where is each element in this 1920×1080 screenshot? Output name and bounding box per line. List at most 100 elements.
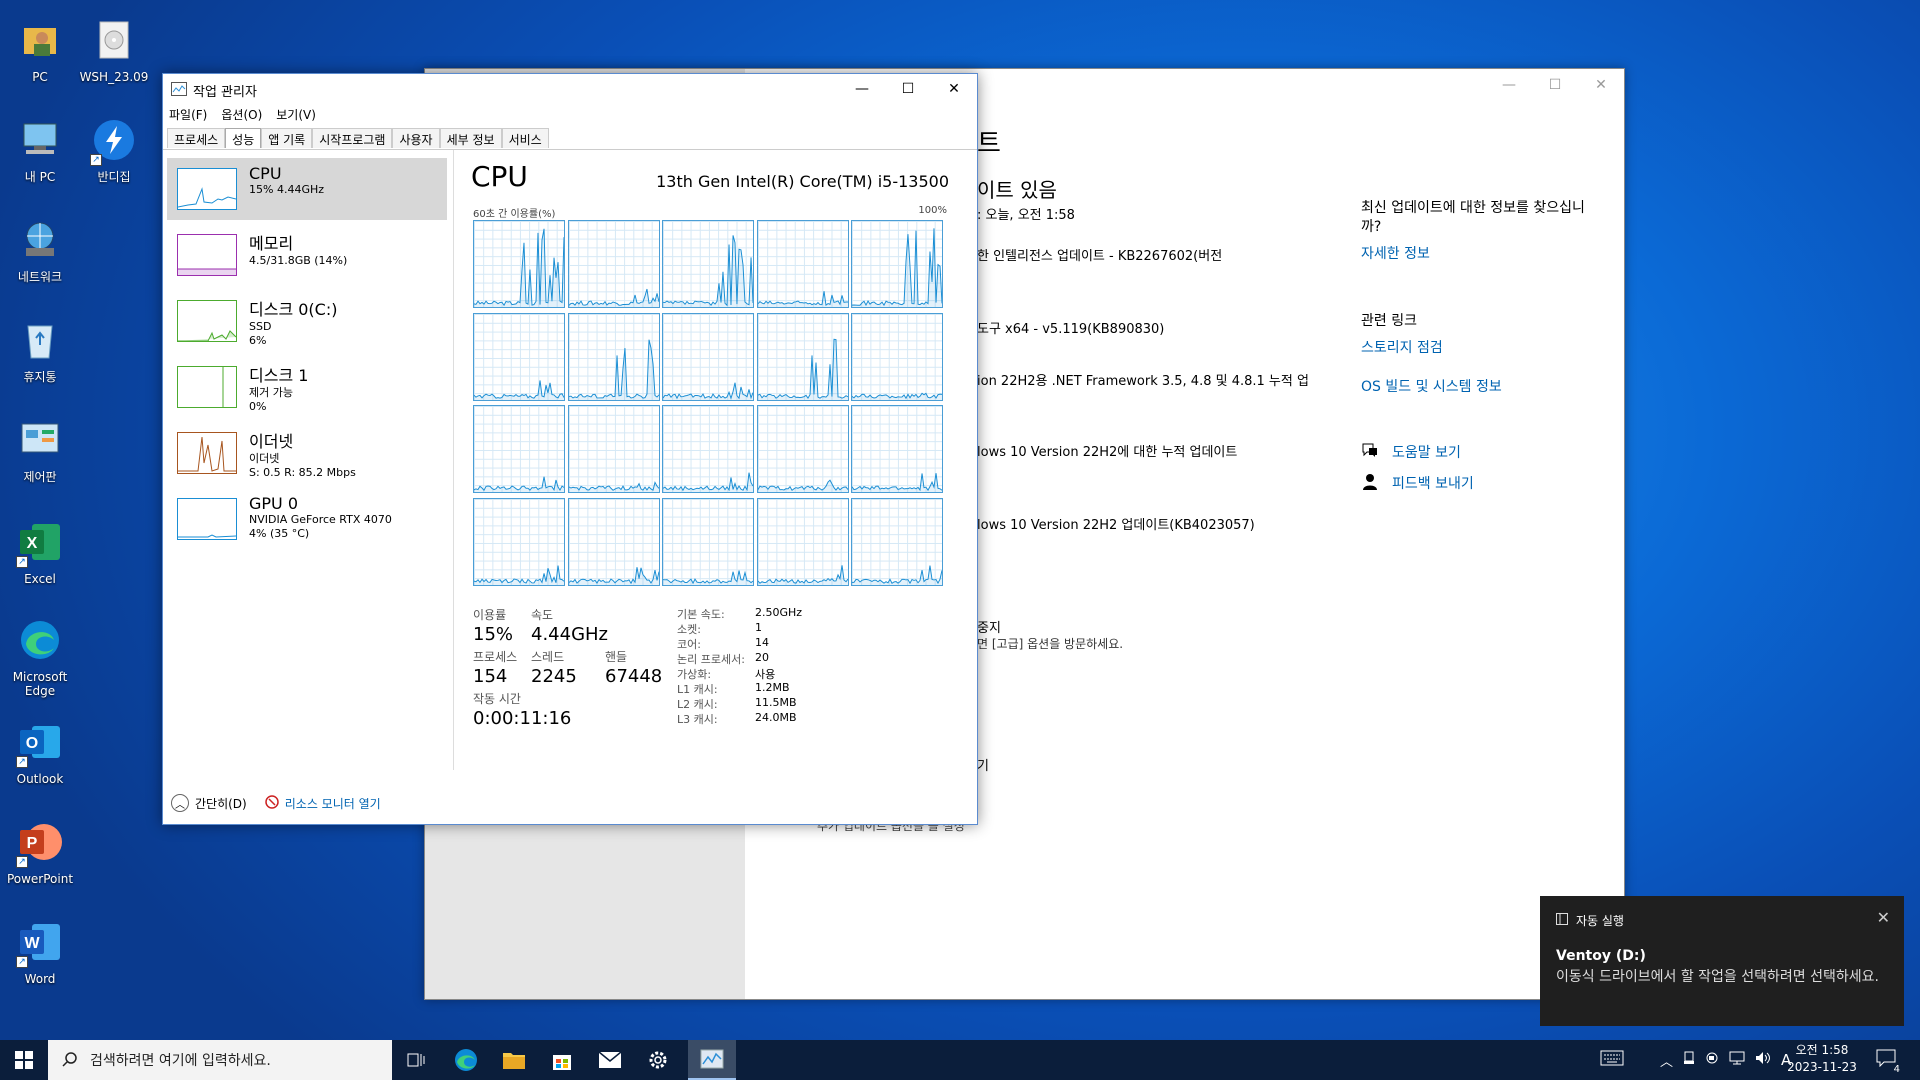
disk0-thumbnail	[177, 300, 237, 342]
storage-check-link[interactable]: 스토리지 점검	[1361, 337, 1443, 357]
learn-more-link[interactable]: 자세한 정보	[1361, 243, 1430, 263]
menu-options[interactable]: 옵션(O)	[221, 106, 262, 123]
resource-memory[interactable]: 메모리 4.5/31.8GB (14%)	[167, 224, 447, 286]
resource-cpu[interactable]: CPU 15% 4.44GHz	[167, 158, 447, 220]
bandizip-icon: ↗	[88, 114, 140, 166]
pane-divider[interactable]	[453, 150, 454, 770]
feedback-icon	[1362, 473, 1378, 495]
folder-icon	[503, 1053, 525, 1069]
maximize-button[interactable]: ☐	[1532, 69, 1578, 101]
spec-label: 가상화:	[677, 668, 712, 681]
pause-updates[interactable]: 중지	[977, 617, 1001, 636]
threads-label: 스레드	[531, 650, 565, 664]
resource-monitor-link[interactable]: 리소스 모니터 열기	[264, 794, 381, 812]
desktop-icon-excel[interactable]: X ↗ Excel	[0, 510, 80, 606]
taskbar-task-manager[interactable]	[688, 1040, 736, 1080]
resource-disk-0[interactable]: 디스크 0(C:) SSD 6%	[167, 290, 447, 352]
spec-label: L3 캐시:	[677, 713, 718, 726]
tab-app-history[interactable]: 앱 기록	[261, 128, 313, 148]
spec-value: 1	[755, 621, 762, 634]
desktop-icon-my-pc[interactable]: 내 PC	[0, 108, 80, 204]
resource-ethernet[interactable]: 이더넷 이더넷 S: 0.5 R: 85.2 Mbps	[167, 422, 447, 484]
processes-label: 프로세스	[473, 650, 518, 664]
start-button[interactable]	[0, 1040, 48, 1080]
task-manager-window[interactable]: 작업 관리자 — ☐ ✕ 파일(F) 옵션(O) 보기(V) 프로세스 성능 앱…	[162, 73, 978, 825]
core-graph	[662, 497, 754, 586]
core-graph	[567, 405, 660, 493]
minimize-button[interactable]: —	[1486, 69, 1532, 101]
taskbar-store[interactable]	[538, 1040, 586, 1080]
desktop-icon-control-panel[interactable]: 제어판	[0, 408, 80, 504]
speed-value: 4.44GHz	[531, 624, 609, 645]
desktop-icon-bandizip[interactable]: ↗ 반디집	[74, 108, 154, 204]
os-build-link[interactable]: OS 빌드 및 시스템 정보	[1361, 376, 1502, 396]
meet-now-icon[interactable]	[1705, 1051, 1719, 1069]
notification-body: 이동식 드라이브에서 할 작업을 선택하려면 선택하세요.	[1556, 969, 1879, 985]
gear-icon	[649, 1051, 667, 1069]
taskbar-search-box[interactable]: 검색하려면 여기에 입력하세요.	[48, 1040, 392, 1080]
desktop-icon-outlook[interactable]: O ↗ Outlook	[0, 710, 80, 806]
menu-file[interactable]: 파일(F)	[169, 106, 207, 123]
resource-disk-1[interactable]: 디스크 1 제거 가능 0%	[167, 356, 447, 418]
cpu-thumbnail	[177, 168, 237, 210]
taskbar-settings[interactable]	[634, 1040, 682, 1080]
tab-startup[interactable]: 시작프로그램	[312, 128, 393, 148]
core-graph	[756, 497, 849, 586]
usb-drive-icon[interactable]	[1683, 1051, 1695, 1069]
tab-details[interactable]: 세부 정보	[439, 128, 502, 148]
graph-label: 60초 간 이용률(%)	[473, 209, 556, 220]
desktop-icon-edge[interactable]: Microsoft Edge	[0, 608, 80, 704]
desktop-icon-pc[interactable]: PC	[0, 8, 80, 104]
desktop-icon-word[interactable]: W ↗ Word	[0, 910, 80, 1006]
settings-fragment: 기	[977, 759, 989, 774]
action-center-icon: 4	[1876, 1049, 1900, 1075]
spec-value: 24.0MB	[755, 711, 797, 724]
desktop-icon-wsh[interactable]: WSH_23.09	[74, 8, 154, 104]
spec-label: L2 캐시:	[677, 698, 718, 711]
performance-pane: CPU 15% 4.44GHz 메모리 4.5/31.8GB (14%) 디스크…	[163, 149, 977, 779]
feedback-link[interactable]: 피드백 보내기	[1392, 473, 1474, 493]
autoplay-icon	[1556, 913, 1568, 928]
notification-center-button[interactable]: 4	[1876, 1040, 1900, 1080]
svg-text:W: W	[24, 935, 40, 952]
resource-gpu-0[interactable]: GPU 0 NVIDIA GeForce RTX 4070 4% (35 °C)	[167, 488, 447, 550]
tab-services[interactable]: 서비스	[501, 128, 549, 148]
keyboard-icon[interactable]	[1600, 1050, 1624, 1070]
spec-label: 논리 프로세서:	[677, 653, 745, 666]
task-view-button[interactable]	[392, 1040, 440, 1080]
collapse-button[interactable]: ︿ 간단히(D)	[171, 794, 247, 812]
menu-view[interactable]: 보기(V)	[276, 106, 316, 123]
word-icon: W ↗	[14, 916, 66, 968]
core-graph	[567, 497, 660, 586]
desktop-icon-powerpoint[interactable]: P ↗ PowerPoint	[0, 810, 80, 906]
taskbar-file-explorer[interactable]	[490, 1040, 538, 1080]
help-icon	[1361, 442, 1379, 462]
minimize-button[interactable]: —	[839, 74, 885, 104]
user-folder-icon	[14, 14, 66, 66]
close-button[interactable]: ✕	[1578, 69, 1624, 101]
taskbar-edge[interactable]	[442, 1040, 490, 1080]
system-tray: ︿ A	[1600, 1040, 1791, 1080]
tab-performance[interactable]: 성능	[225, 128, 262, 148]
tab-users[interactable]: 사용자	[392, 128, 440, 148]
network-icon[interactable]	[1729, 1051, 1745, 1069]
edge-icon	[455, 1049, 477, 1071]
desktop-icon-recycle-bin[interactable]: 휴지통	[0, 308, 80, 404]
info-question: 최신 업데이트에 대한 정보를 찾으십니까?	[1361, 200, 1585, 235]
core-graph	[851, 220, 943, 308]
last-check: : 오늘, 오전 1:58	[977, 208, 1075, 223]
desktop-icon-network[interactable]: 네트워크	[0, 208, 80, 304]
taskbar-mail[interactable]	[586, 1040, 634, 1080]
get-help-link[interactable]: 도움말 보기	[1392, 442, 1461, 462]
chevron-up-icon[interactable]: ︿	[1660, 1051, 1673, 1070]
tab-processes[interactable]: 프로세스	[167, 128, 226, 148]
close-icon[interactable]: ✕	[1877, 908, 1890, 927]
autoplay-notification[interactable]: 자동 실행 ✕ Ventoy (D:) 이동식 드라이브에서 할 작업을 선택하…	[1540, 896, 1904, 1026]
close-button[interactable]: ✕	[931, 74, 977, 104]
volume-icon[interactable]	[1755, 1051, 1771, 1069]
task-view-icon	[407, 1053, 425, 1067]
title-bar[interactable]: 작업 관리자 — ☐ ✕	[163, 74, 977, 104]
maximize-button[interactable]: ☐	[885, 74, 931, 104]
window-title: 작업 관리자	[193, 85, 257, 100]
clock[interactable]: 오전 1:58 2023-11-23	[1786, 1042, 1858, 1076]
